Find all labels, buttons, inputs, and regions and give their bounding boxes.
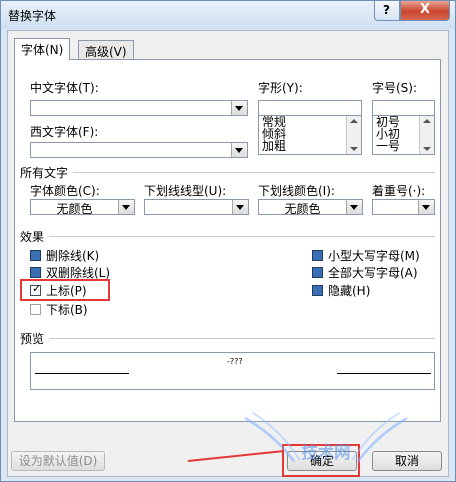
title-bar[interactable]: 替换字体 ? X [1,1,455,29]
preview-baseline-right [337,373,431,374]
tab-advanced[interactable]: 高级(V) [78,40,134,60]
chinese-font-label: 中文字体(T): [30,81,99,95]
window-title: 替换字体 [8,9,57,23]
hidden-label: 隐藏(H) [328,284,371,298]
divider [73,172,435,173]
dialog-window: 替换字体 ? X 字体(N) 高级(V) 中文字体(T): 西文字体(F): 字… [0,0,456,482]
underline-type-combo[interactable] [144,199,249,215]
font-color-value: 无颜色 [56,202,93,216]
font-size-label: 字号(S): [372,81,418,95]
hidden-checkbox[interactable] [312,285,323,296]
chevron-down-icon[interactable] [118,200,134,214]
strikethrough-checkbox[interactable] [30,250,41,261]
chevron-down-icon[interactable] [346,200,362,214]
underline-color-value: 无颜色 [284,202,321,216]
help-button[interactable]: ? [374,1,400,21]
scrollbar[interactable] [419,116,434,154]
close-icon: X [420,2,431,17]
scrollbar[interactable] [346,116,361,154]
underline-type-label: 下划线线型(U): [144,184,227,198]
font-style-list[interactable]: 常规 倾斜 加粗 [258,115,362,155]
font-color-combo[interactable]: 无颜色 [30,199,135,216]
highlight-box [20,279,110,301]
chevron-down-icon[interactable] [231,143,247,157]
preview-sample: -??? [227,357,243,366]
subscript-checkbox[interactable] [30,304,41,315]
close-button[interactable]: X [400,1,450,21]
all-caps-checkbox[interactable] [312,267,323,278]
tab-font[interactable]: 字体(N) [14,38,71,60]
scroll-up-icon[interactable] [350,119,358,123]
font-size-input[interactable] [372,100,435,116]
set-default-button[interactable]: 设为默认值(D) [11,451,105,471]
effects-section-title: 效果 [20,230,45,244]
font-color-label: 字体颜色(C): [30,184,100,198]
subscript-label: 下标(B) [46,303,88,317]
western-font-label: 西文字体(F): [30,125,99,139]
font-size-list[interactable]: 初号 小初 一号 [372,115,435,155]
watermark-logo: 技术网 [244,411,408,463]
chinese-font-combo[interactable] [30,100,248,116]
western-font-combo[interactable] [30,142,248,158]
emphasis-combo[interactable] [372,199,435,215]
font-style-label: 字形(Y): [258,81,303,95]
preview-box: -??? [30,352,435,390]
font-style-input[interactable] [258,100,362,116]
dialog-client: 字体(N) 高级(V) 中文字体(T): 西文字体(F): 字形(Y): 常规 … [7,30,449,477]
underline-color-label: 下划线颜色(I): [258,184,335,198]
help-icon: ? [383,3,390,17]
chevron-down-icon[interactable] [231,101,247,115]
chevron-down-icon[interactable] [418,200,434,214]
font-tab-panel: 中文字体(T): 西文字体(F): 字形(Y): 常规 倾斜 加粗 字号(S):… [14,59,441,422]
all-text-section-title: 所有文字 [20,166,69,180]
scroll-up-icon[interactable] [423,119,431,123]
preview-section-title: 预览 [20,332,45,346]
small-caps-checkbox[interactable] [312,250,323,261]
double-strikethrough-checkbox[interactable] [30,267,41,278]
underline-color-combo[interactable]: 无颜色 [258,199,363,216]
scroll-down-icon[interactable] [350,147,358,151]
emphasis-label: 着重号(·): [372,184,426,198]
small-caps-label: 小型大写字母(M) [328,249,420,263]
chevron-down-icon[interactable] [232,200,248,214]
scroll-down-icon[interactable] [423,147,431,151]
strikethrough-label: 删除线(K) [46,249,100,263]
divider [49,338,435,339]
all-caps-label: 全部大写字母(A) [328,266,418,280]
watermark-text: 技术网 [301,443,350,462]
preview-baseline-left [35,373,129,374]
divider [49,236,435,237]
